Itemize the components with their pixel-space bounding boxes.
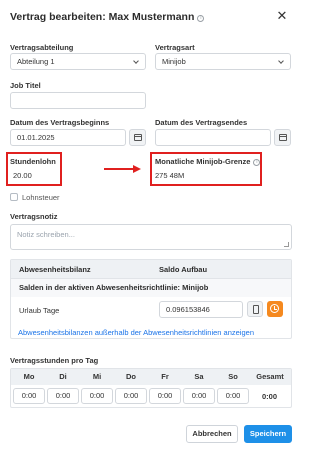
grenze-label: Monatliche Minijob-Grenze i bbox=[155, 157, 261, 166]
arrow-line bbox=[104, 168, 136, 170]
beginn-input[interactable]: 01.01.2025 bbox=[10, 129, 126, 146]
vertragsart-label: Vertragsart bbox=[155, 43, 195, 52]
cancel-button[interactable]: Abbrechen bbox=[186, 425, 238, 443]
day-label-mo: Mo bbox=[23, 372, 35, 381]
stundenlohn-input[interactable]: 20.00 bbox=[13, 171, 32, 180]
info-icon: i bbox=[253, 159, 261, 166]
notiz-label: Vertragsnotiz bbox=[10, 212, 58, 221]
hours-input-di[interactable]: 0:00 bbox=[47, 388, 79, 404]
absence-col-saldo: Saldo Aufbau bbox=[159, 265, 208, 274]
stundenlohn-label: Stundenlohn bbox=[10, 157, 56, 166]
hours-total: 0:00 bbox=[262, 392, 278, 401]
notiz-textarea[interactable]: Notiz schreiben... bbox=[10, 224, 292, 250]
hours-input-fr[interactable]: 0:00 bbox=[149, 388, 181, 404]
urlaub-value-input[interactable]: 0.096153846 bbox=[159, 301, 243, 318]
weekly-label: Vertragsstunden pro Tag bbox=[10, 356, 99, 365]
abteilung-select[interactable]: Abteilung 1 bbox=[10, 53, 146, 70]
job-titel-input[interactable] bbox=[10, 92, 146, 109]
day-label-so: So bbox=[228, 372, 238, 381]
vertragsart-value: Minijob bbox=[162, 57, 186, 66]
calculator-icon bbox=[253, 305, 259, 314]
urlaub-label: Urlaub Tage bbox=[19, 306, 60, 315]
day-label-fr: Fr bbox=[161, 372, 169, 381]
ende-input[interactable] bbox=[155, 129, 271, 146]
absence-panel: Abwesenheitsbilanz Saldo Aufbau Salden i… bbox=[10, 259, 292, 339]
close-icon[interactable]: ✕ bbox=[275, 9, 289, 23]
grenze-input[interactable]: 275 48M bbox=[155, 171, 184, 180]
beginn-calendar-button[interactable] bbox=[129, 129, 146, 146]
ende-label: Datum des Vertragsendes bbox=[155, 118, 248, 127]
beginn-label: Datum des Vertragsbeginns bbox=[10, 118, 110, 127]
hours-input-sa[interactable]: 0:00 bbox=[183, 388, 215, 404]
chevron-down-icon bbox=[133, 58, 139, 64]
clock-icon bbox=[270, 304, 279, 313]
day-label-gesamt: Gesamt bbox=[256, 372, 284, 381]
hours-input-mi[interactable]: 0:00 bbox=[81, 388, 113, 404]
calendar-icon bbox=[134, 134, 142, 141]
absence-col-bilanz: Abwesenheitsbilanz bbox=[19, 265, 91, 274]
absence-section-title: Salden in der aktiven Abwesenheitsrichtl… bbox=[19, 283, 209, 292]
day-label-mi: Mi bbox=[92, 372, 102, 381]
ende-calendar-button[interactable] bbox=[274, 129, 291, 146]
lohnsteuer-checkbox[interactable] bbox=[10, 193, 18, 201]
day-label-do: Do bbox=[126, 372, 136, 381]
calendar-icon bbox=[279, 134, 287, 141]
grenze-label-text: Monatliche Minijob-Grenze bbox=[155, 157, 251, 166]
show-other-balances-link[interactable]: Abwesenheitsbilanzen außerhalb der Abwes… bbox=[18, 328, 254, 337]
notiz-placeholder: Notiz schreiben... bbox=[17, 230, 75, 239]
vertragsart-select[interactable]: Minijob bbox=[155, 53, 291, 70]
job-titel-label: Job Titel bbox=[10, 81, 41, 90]
day-label-sa: Sa bbox=[194, 372, 204, 381]
day-label-di: Di bbox=[59, 372, 67, 381]
chevron-down-icon bbox=[278, 58, 284, 64]
lohnsteuer-label: Lohnsteuer bbox=[22, 193, 60, 202]
hours-input-do[interactable]: 0:00 bbox=[115, 388, 147, 404]
hours-input-so[interactable]: 0:00 bbox=[217, 388, 249, 404]
abteilung-value: Abteilung 1 bbox=[17, 57, 55, 66]
save-button[interactable]: Speichern bbox=[244, 425, 292, 443]
history-button[interactable] bbox=[267, 301, 283, 317]
resize-handle-icon[interactable] bbox=[284, 242, 289, 247]
dialog-title-text: Vertrag bearbeiten: Max Mustermann bbox=[10, 11, 195, 23]
abteilung-label: Vertragsabteilung bbox=[10, 43, 74, 52]
dialog-title: Vertrag bearbeiten: Max Mustermann i bbox=[10, 11, 205, 23]
calculator-button[interactable] bbox=[247, 301, 263, 317]
hours-input-mo[interactable]: 0:00 bbox=[13, 388, 45, 404]
arrow-right-icon bbox=[133, 165, 141, 173]
info-icon: i bbox=[197, 15, 205, 22]
